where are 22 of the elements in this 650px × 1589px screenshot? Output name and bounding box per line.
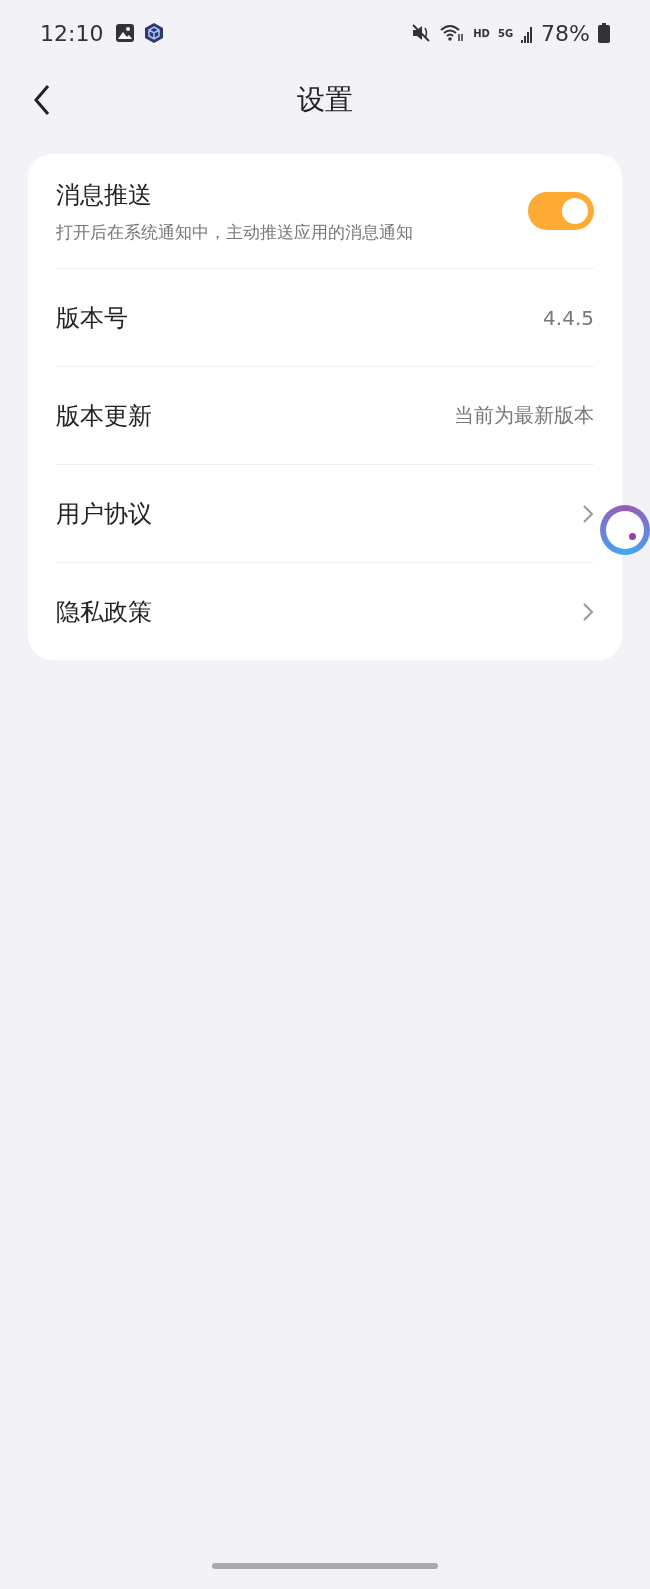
setting-value: 当前为最新版本 (454, 402, 594, 429)
battery-icon (598, 23, 610, 43)
network-type: 5G (497, 27, 514, 39)
setting-value: 4.4.5 (543, 305, 594, 330)
setting-label: 版本更新 (56, 400, 153, 432)
page-title: 设置 (297, 82, 353, 118)
chevron-icon (582, 503, 594, 524)
image-icon (115, 23, 136, 43)
battery-percent: 78% (541, 20, 590, 46)
cube-icon (143, 22, 166, 44)
setting-label[interactable]: 用户协议 (56, 497, 582, 530)
setting-label[interactable]: 隐私政策 (56, 595, 582, 628)
mute-icon (411, 23, 432, 43)
chevron-icon (582, 601, 594, 622)
floating-assistant-button[interactable] (600, 505, 650, 555)
hd-indicator: HD (473, 27, 490, 39)
status-time: 12:10 (40, 20, 104, 46)
setting-description: 打开后在系统通知中，主动推送应用的消息通知 (56, 220, 414, 244)
toggle-switch[interactable] (528, 192, 594, 230)
setting-label: 消息推送 (56, 179, 153, 211)
wifi-icon (439, 23, 466, 43)
setting-label: 版本号 (56, 302, 129, 334)
